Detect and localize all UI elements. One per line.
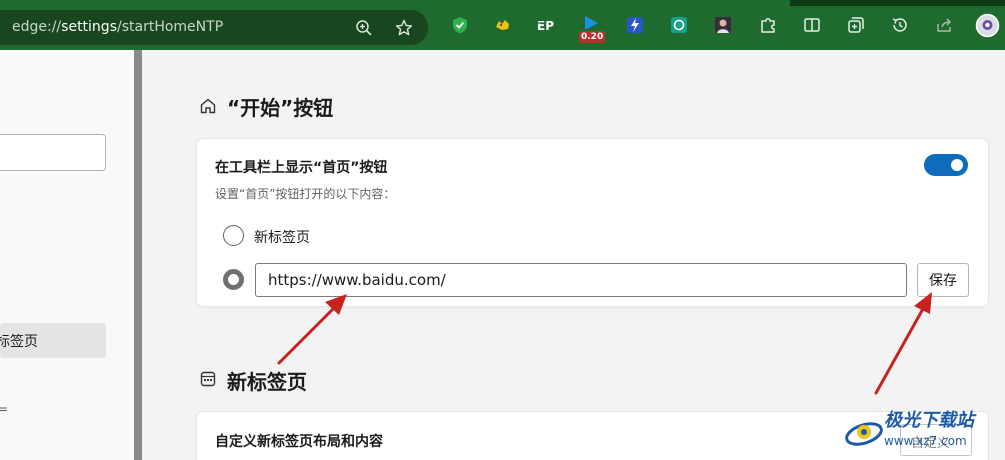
site-watermark: 极光下载站 www.xz7.com bbox=[840, 402, 1005, 460]
extension-ep-icon[interactable]: EP bbox=[536, 14, 558, 36]
new-tab-section-title: 新标签页 bbox=[227, 370, 307, 394]
home-url-input[interactable] bbox=[255, 263, 907, 297]
save-button[interactable]: 保存 bbox=[917, 263, 969, 297]
home-button-card: 在工具栏上显示“首页”按钮 设置“首页”按钮打开的以下内容： 新标签页 保存 bbox=[197, 139, 988, 306]
favorite-star-icon[interactable] bbox=[394, 18, 414, 38]
home-button-setting-title: 在工具栏上显示“首页”按钮 bbox=[215, 160, 388, 176]
toggle-knob bbox=[951, 159, 963, 171]
radio-new-tab-page-label: 新标签页 bbox=[254, 230, 310, 246]
settings-search-input[interactable] bbox=[0, 134, 106, 171]
watermark-domain: www.xz7.com bbox=[884, 434, 967, 448]
sidebar-item-label: 标签页 bbox=[0, 334, 38, 350]
arrow-to-save-button bbox=[874, 292, 932, 395]
watermark-brand: 极光下载站 bbox=[884, 410, 974, 431]
address-bar-url: edge://settings/startHomeNTP bbox=[12, 19, 224, 35]
customize-new-tab-title: 自定义新标签页布局和内容 bbox=[215, 434, 383, 450]
sidebar-item-new-tab-page[interactable]: 标签页 bbox=[0, 323, 106, 358]
zoom-icon[interactable] bbox=[354, 18, 374, 38]
extension-ai-icon[interactable] bbox=[668, 14, 690, 36]
extension-badge: 0.20 bbox=[579, 31, 606, 43]
shield-check-icon[interactable] bbox=[449, 14, 471, 36]
puzzle-icon[interactable] bbox=[757, 14, 779, 36]
show-home-button-toggle[interactable] bbox=[924, 154, 968, 176]
radio-new-tab-page[interactable] bbox=[223, 225, 244, 246]
extension-avatar-icon[interactable] bbox=[712, 14, 734, 36]
home-button-setting-subtitle: 设置“首页”按钮打开的以下内容： bbox=[215, 187, 396, 201]
start-section-title: “开始”按钮 bbox=[227, 96, 334, 120]
extension-cat-icon[interactable] bbox=[492, 14, 514, 36]
tab-strip bbox=[790, 0, 1005, 6]
address-bar[interactable]: edge://settings/startHomeNTP bbox=[0, 10, 428, 45]
watermark-logo-icon bbox=[845, 422, 883, 446]
split-screen-icon[interactable] bbox=[801, 14, 823, 36]
svg-text:EP: EP bbox=[537, 19, 554, 33]
browser-toolbar: edge://settings/startHomeNTP EP 0.20 bbox=[0, 0, 1005, 50]
profile-icon[interactable] bbox=[975, 13, 1000, 38]
sidebar-scrollbar[interactable] bbox=[134, 50, 142, 460]
settings-sidebar: 标签页 = bbox=[0, 50, 136, 460]
radio-custom-url[interactable] bbox=[223, 269, 244, 290]
home-icon bbox=[199, 97, 217, 115]
history-icon[interactable] bbox=[889, 14, 911, 36]
share-icon[interactable] bbox=[933, 14, 955, 36]
new-tab-page-icon bbox=[199, 370, 217, 388]
collections-icon[interactable] bbox=[845, 14, 867, 36]
extension-lightning-icon[interactable] bbox=[624, 14, 646, 36]
sidebar-item-mark: = bbox=[0, 402, 9, 416]
